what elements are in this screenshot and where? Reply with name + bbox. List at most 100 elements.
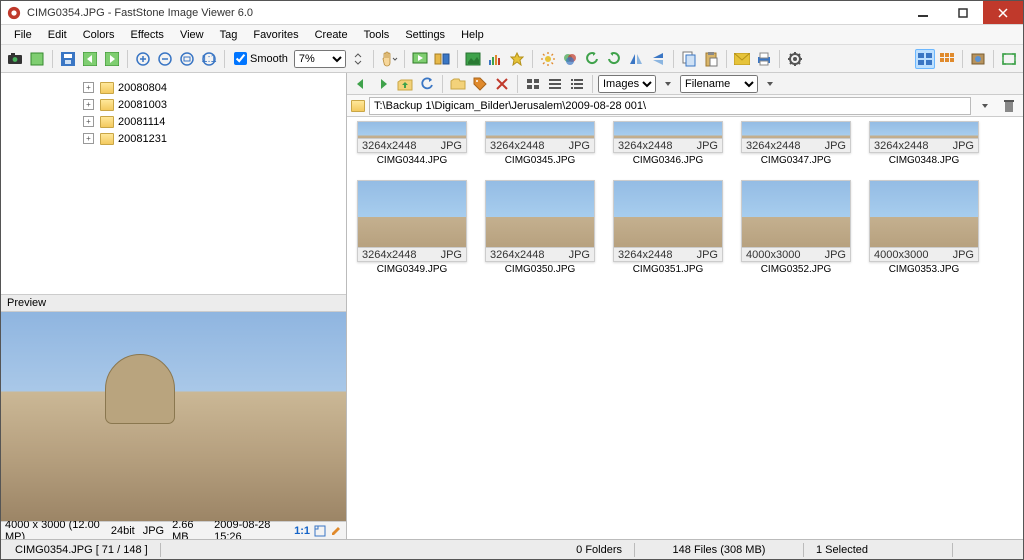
menu-create[interactable]: Create [308,27,355,43]
thumb-image[interactable]: 3264x2448JPG [613,180,723,262]
trash-icon[interactable] [999,96,1019,116]
thumb-image[interactable]: 4000x3000JPG [741,180,851,262]
tree-label: 20081231 [116,133,169,145]
path-input[interactable] [369,97,971,115]
menu-settings[interactable]: Settings [398,27,452,43]
tree-item[interactable]: +20080804 [5,79,342,96]
expand-icon[interactable]: + [83,133,94,144]
thumbnail[interactable]: 3264x2448JPGCIMG0348.JPG [867,121,981,166]
compare-icon[interactable] [432,49,452,69]
thumbnails-view-icon[interactable] [915,49,935,69]
menu-favorites[interactable]: Favorites [246,27,305,43]
menu-tag[interactable]: Tag [213,27,245,43]
thumb-image[interactable]: 3264x2448JPG [741,121,851,153]
app-icon [7,6,21,20]
grid-view-icon[interactable] [937,49,957,69]
flip-v-icon[interactable] [648,49,668,69]
copy-icon[interactable] [679,49,699,69]
expand-icon[interactable]: + [83,116,94,127]
thumbnail-grid[interactable]: 3264x2448JPGCIMG0344.JPG 3264x2448JPGCIMG… [347,117,1023,539]
brightness-icon[interactable] [538,49,558,69]
slideshow-icon[interactable] [410,49,430,69]
fullscreen-icon[interactable] [999,49,1019,69]
color-icon[interactable] [560,49,580,69]
back-icon[interactable] [351,74,371,94]
preview-image[interactable] [1,312,346,521]
close-button[interactable] [983,1,1023,24]
next-file-icon[interactable] [102,49,122,69]
sort-dropdown-icon[interactable] [760,74,780,94]
path-dropdown-icon[interactable] [975,96,995,116]
flip-h-icon[interactable] [626,49,646,69]
menu-file[interactable]: File [7,27,39,43]
thumb-image[interactable]: 4000x3000JPG [869,180,979,262]
minimize-button[interactable] [903,1,943,24]
view-filter-select[interactable]: Images [598,75,656,93]
zoom-select[interactable]: 7% [294,50,346,68]
tree-item[interactable]: +20081114 [5,113,342,130]
expand-icon[interactable]: + [83,82,94,93]
thumb-image[interactable]: 3264x2448JPG [613,121,723,153]
thumbnail[interactable]: 3264x2448JPGCIMG0350.JPG [483,180,597,275]
thumbnail[interactable]: 3264x2448JPGCIMG0349.JPG [355,180,469,275]
settings-icon[interactable] [785,49,805,69]
acquire-icon[interactable] [5,49,25,69]
menu-tools[interactable]: Tools [357,27,397,43]
new-icon[interactable] [27,49,47,69]
view-list-icon[interactable] [545,74,565,94]
thumb-image[interactable]: 3264x2448JPG [869,121,979,153]
tree-item[interactable]: +20081003 [5,96,342,113]
print-icon[interactable] [754,49,774,69]
thumb-image[interactable]: 3264x2448JPG [485,180,595,262]
thumbnail[interactable]: 4000x3000JPGCIMG0352.JPG [739,180,853,275]
menu-help[interactable]: Help [454,27,491,43]
zoom-fit-icon[interactable] [177,49,197,69]
histogram-icon[interactable] [485,49,505,69]
thumbnail[interactable]: 3264x2448JPGCIMG0351.JPG [611,180,725,275]
expand-icon[interactable]: + [83,99,94,110]
refresh-icon[interactable] [417,74,437,94]
zoom-in-icon[interactable] [133,49,153,69]
maximize-button[interactable] [943,1,983,24]
thumb-image[interactable]: 3264x2448JPG [357,121,467,153]
single-view-icon[interactable] [968,49,988,69]
menu-colors[interactable]: Colors [76,27,122,43]
zoom-actual-icon[interactable]: 1:1 [199,49,219,69]
forward-icon[interactable] [373,74,393,94]
zoom-dropdown-icon[interactable] [348,49,368,69]
hand-tool-icon[interactable] [379,49,399,69]
menu-view[interactable]: View [173,27,211,43]
save-icon[interactable] [58,49,78,69]
preview-edit-icon[interactable] [330,525,342,537]
rotate-left-icon[interactable] [582,49,602,69]
wallpaper-icon[interactable] [463,49,483,69]
thumb-image[interactable]: 3264x2448JPG [357,180,467,262]
delete-icon[interactable] [492,74,512,94]
filter-dropdown-icon[interactable] [658,74,678,94]
rotate-right-icon[interactable] [604,49,624,69]
favorite-icon[interactable] [507,49,527,69]
paste-icon[interactable] [701,49,721,69]
up-folder-icon[interactable] [395,74,415,94]
open-folder-icon[interactable] [448,74,468,94]
sort-select[interactable]: Filename [680,75,758,93]
prev-file-icon[interactable] [80,49,100,69]
thumbnail[interactable]: 4000x3000JPGCIMG0353.JPG [867,180,981,275]
smooth-checkbox[interactable]: Smooth [234,52,288,65]
email-icon[interactable] [732,49,752,69]
view-details-icon[interactable] [567,74,587,94]
zoom-out-icon[interactable] [155,49,175,69]
folder-tree[interactable]: +20080804+20081003+20081114+20081231 [1,73,346,294]
menu-effects[interactable]: Effects [124,27,171,43]
tag-icon[interactable] [470,74,490,94]
thumbnail[interactable]: 3264x2448JPGCIMG0347.JPG [739,121,853,166]
thumbnail[interactable]: 3264x2448JPGCIMG0345.JPG [483,121,597,166]
one-to-one-button[interactable]: 1:1 [294,525,310,537]
tree-item[interactable]: +20081231 [5,130,342,147]
preview-expand-icon[interactable] [314,525,326,537]
menu-edit[interactable]: Edit [41,27,74,43]
thumb-image[interactable]: 3264x2448JPG [485,121,595,153]
view-large-icon[interactable] [523,74,543,94]
thumbnail[interactable]: 3264x2448JPGCIMG0344.JPG [355,121,469,166]
thumbnail[interactable]: 3264x2448JPGCIMG0346.JPG [611,121,725,166]
